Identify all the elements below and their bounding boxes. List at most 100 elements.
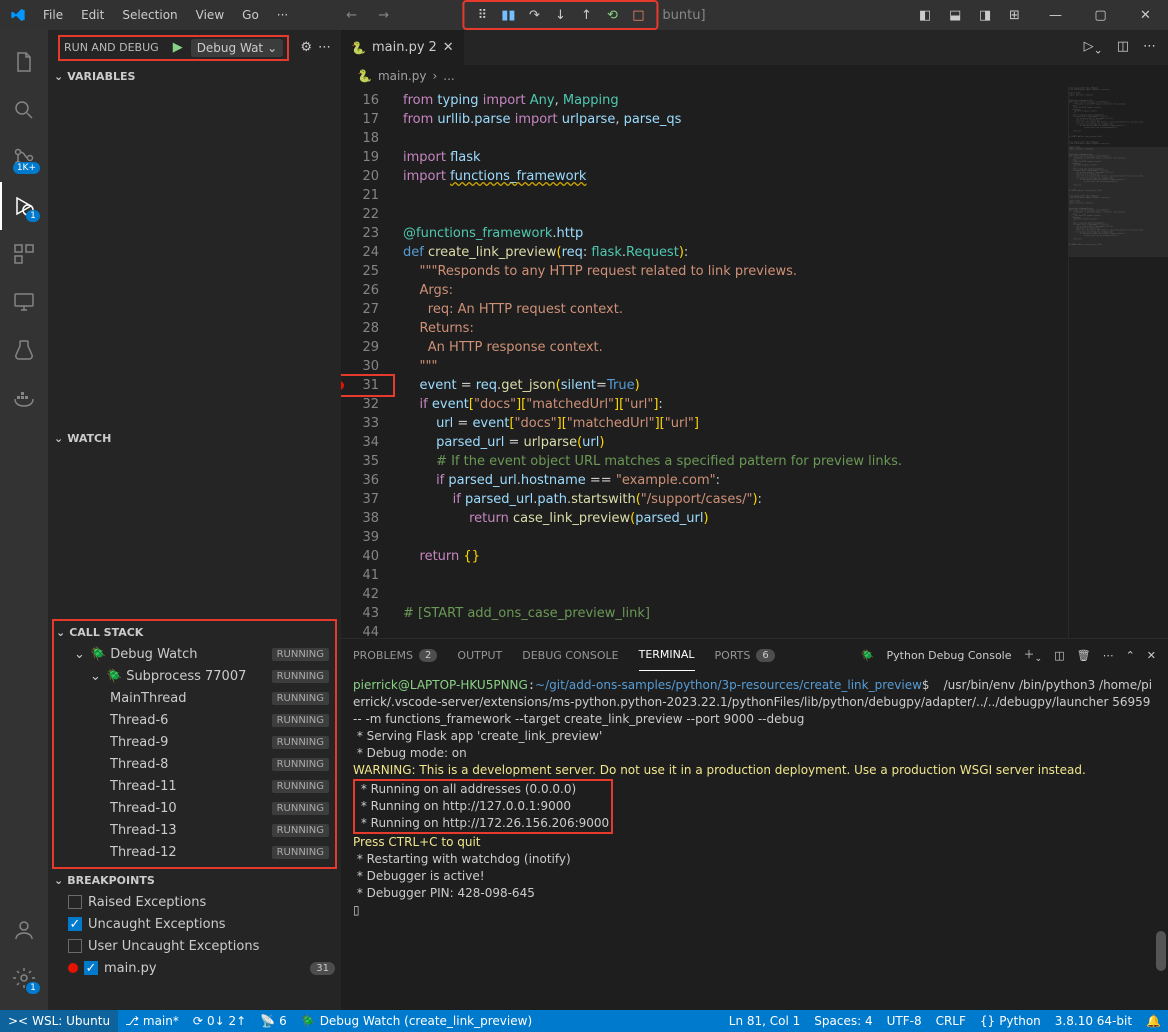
bp-file-entry[interactable]: ✓main.py31 <box>48 957 341 979</box>
callstack-thread[interactable]: Thread-8RUNNING <box>54 753 335 775</box>
encoding[interactable]: UTF-8 <box>880 1010 929 1032</box>
cursor-position[interactable]: Ln 81, Col 1 <box>722 1010 808 1032</box>
chevron-down-icon: ⌄ <box>74 647 90 662</box>
code-editor[interactable]: 1617181920212223242526272829303132333435… <box>341 87 1168 638</box>
callstack-subprocess[interactable]: ⌄ 🪲 Subprocess 77007 RUNNING <box>54 665 335 687</box>
menu-view[interactable]: View <box>188 4 232 26</box>
explorer-icon[interactable] <box>0 38 48 86</box>
callstack-thread[interactable]: Thread-11RUNNING <box>54 775 335 797</box>
toggle-bottom-panel-icon[interactable]: ⬓ <box>949 8 965 23</box>
step-out-icon[interactable]: ↑ <box>576 5 596 25</box>
python-interpreter[interactable]: 3.8.10 64-bit <box>1048 1010 1139 1032</box>
more-icon[interactable]: ⋯ <box>318 40 331 55</box>
language-mode[interactable]: {}Python <box>973 1010 1048 1032</box>
docker-icon[interactable] <box>0 374 48 422</box>
breadcrumb[interactable]: 🐍 main.py›... <box>341 65 1168 87</box>
step-into-icon[interactable]: ↓ <box>550 5 570 25</box>
ports-status[interactable]: 📡6 <box>253 1010 294 1032</box>
tab-terminal[interactable]: TERMINAL <box>639 639 695 671</box>
callstack-thread[interactable]: Thread-9RUNNING <box>54 731 335 753</box>
run-debug-icon[interactable]: 1 <box>0 182 48 230</box>
checkbox[interactable] <box>68 895 82 909</box>
status-badge: RUNNING <box>272 714 329 727</box>
toggle-left-panel-icon[interactable]: ◧ <box>919 8 935 23</box>
notifications-icon[interactable]: 🔔 <box>1139 1010 1168 1032</box>
git-sync[interactable]: ⟳0↓ 2↑ <box>186 1010 253 1032</box>
callstack-thread[interactable]: MainThreadRUNNING <box>54 687 335 709</box>
nav-back-icon[interactable]: ← <box>346 8 362 23</box>
more-icon[interactable]: ⋯ <box>1143 39 1156 57</box>
drag-handle-icon[interactable]: ⠿ <box>472 5 492 25</box>
terminal-select[interactable]: Python Debug Console <box>887 649 1012 662</box>
close-tab-icon[interactable]: ✕ <box>443 40 454 55</box>
split-terminal-icon[interactable]: ◫ <box>1054 649 1064 662</box>
breakpoints-section-header[interactable]: ⌄BREAKPOINTS <box>48 869 341 891</box>
toggle-right-panel-icon[interactable]: ◨ <box>979 8 995 23</box>
debug-status[interactable]: 🪲Debug Watch (create_link_preview) <box>294 1010 539 1032</box>
tab-problems[interactable]: PROBLEMS2 <box>353 639 437 671</box>
callstack-thread[interactable]: Thread-13RUNNING <box>54 819 335 841</box>
checkbox[interactable]: ✓ <box>68 917 82 931</box>
vscode-logo-icon <box>0 7 35 23</box>
menu-go[interactable]: Go <box>234 4 267 26</box>
scm-badge: 1K+ <box>13 162 40 174</box>
debug-config-dropdown[interactable]: Debug Wat⌄ <box>191 39 284 57</box>
tab-ports[interactable]: PORTS6 <box>715 639 775 671</box>
step-over-icon[interactable]: ↷ <box>524 5 544 25</box>
menu-file[interactable]: File <box>35 4 71 26</box>
callstack-thread[interactable]: Thread-12RUNNING <box>54 841 335 863</box>
source-control-icon[interactable]: 1K+ <box>0 134 48 182</box>
menu-edit[interactable]: Edit <box>73 4 112 26</box>
problems-badge: 2 <box>419 649 437 662</box>
restart-icon[interactable]: ⟲ <box>602 5 622 25</box>
indentation[interactable]: Spaces: 4 <box>807 1010 879 1032</box>
testing-icon[interactable] <box>0 326 48 374</box>
callstack-thread[interactable]: Thread-6RUNNING <box>54 709 335 731</box>
variables-section-header[interactable]: ⌄VARIABLES <box>48 65 341 87</box>
maximize-icon[interactable]: ▢ <box>1078 0 1123 30</box>
minimap[interactable]: from typing import Any, Mapping from url… <box>1068 87 1168 638</box>
extensions-icon[interactable] <box>0 230 48 278</box>
run-icon[interactable]: ▷⌄ <box>1084 39 1103 57</box>
bp-user-uncaught-exceptions[interactable]: User Uncaught Exceptions <box>48 935 341 957</box>
start-debug-icon[interactable]: ▶ <box>173 40 183 55</box>
pause-icon[interactable]: ▮▮ <box>498 5 518 25</box>
maximize-panel-icon[interactable]: ⌃ <box>1126 649 1135 662</box>
menu-more[interactable]: ··· <box>269 4 296 26</box>
new-terminal-icon[interactable]: ＋⌄ <box>1024 646 1043 664</box>
search-icon[interactable] <box>0 86 48 134</box>
remote-explorer-icon[interactable] <box>0 278 48 326</box>
nav-forward-icon[interactable]: → <box>378 8 394 23</box>
close-window-icon[interactable]: ✕ <box>1123 0 1168 30</box>
terminal-output[interactable]: pierrick@LAPTOP-HKU5PNNG:~/git/add-ons-s… <box>341 671 1168 1010</box>
gear-icon[interactable]: ⚙ <box>300 40 312 55</box>
callstack-thread[interactable]: Thread-10RUNNING <box>54 797 335 819</box>
remote-indicator[interactable]: ><WSL: Ubuntu <box>0 1010 118 1032</box>
bp-line-badge: 31 <box>310 962 335 975</box>
bp-uncaught-exceptions[interactable]: ✓Uncaught Exceptions <box>48 913 341 935</box>
tab-debug-console[interactable]: DEBUG CONSOLE <box>522 639 618 671</box>
settings-icon[interactable]: 1 <box>0 954 48 1002</box>
stop-icon[interactable]: □ <box>628 5 648 25</box>
git-branch[interactable]: ⎇main* <box>118 1010 186 1032</box>
close-panel-icon[interactable]: ✕ <box>1147 649 1156 662</box>
checkbox[interactable]: ✓ <box>84 961 98 975</box>
minimize-icon[interactable]: — <box>1033 0 1078 30</box>
terminal-scrollbar[interactable] <box>1154 671 1168 1010</box>
customize-layout-icon[interactable]: ⊞ <box>1009 8 1025 23</box>
tab-output[interactable]: OUTPUT <box>457 639 502 671</box>
menu-selection[interactable]: Selection <box>114 4 185 26</box>
callstack-session[interactable]: ⌄ 🪲 Debug Watch RUNNING <box>54 643 335 665</box>
kill-terminal-icon[interactable]: 🗑 <box>1077 649 1091 662</box>
bp-raised-exceptions[interactable]: Raised Exceptions <box>48 891 341 913</box>
checkbox[interactable] <box>68 939 82 953</box>
watch-section-header[interactable]: ⌄WATCH <box>48 427 341 449</box>
callstack-section-header[interactable]: ⌄CALL STACK <box>54 621 335 643</box>
eol[interactable]: CRLF <box>929 1010 973 1032</box>
more-icon[interactable]: ⋯ <box>1103 649 1114 662</box>
split-editor-icon[interactable]: ◫ <box>1117 39 1129 57</box>
tab-main-py[interactable]: 🐍 main.py 2 ✕ <box>341 30 465 65</box>
accounts-icon[interactable] <box>0 906 48 954</box>
minimap-viewport[interactable] <box>1069 147 1168 257</box>
line-gutter[interactable]: 1617181920212223242526272829303132333435… <box>341 87 395 638</box>
